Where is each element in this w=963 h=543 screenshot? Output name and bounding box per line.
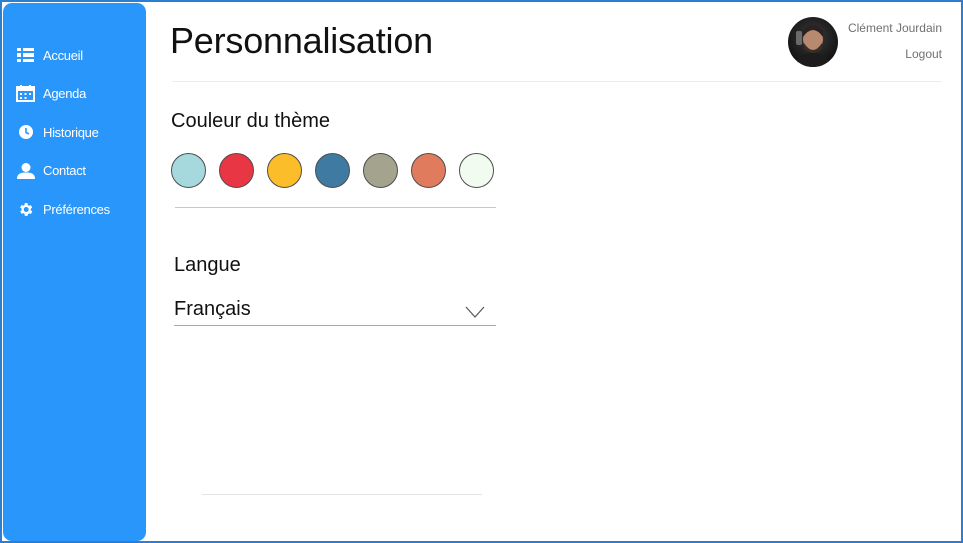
sidebar-item-historique[interactable]: Historique	[3, 113, 146, 152]
sidebar-item-label: Contact	[43, 163, 86, 179]
language-selected-value: Français	[174, 298, 251, 320]
theme-divider	[175, 207, 496, 208]
sidebar: Accueil Agenda Historique Contact Préfér…	[3, 3, 146, 541]
language-label: Langue	[174, 254, 241, 276]
header-divider	[172, 81, 942, 82]
bottom-divider	[202, 494, 482, 495]
color-swatch-gray-olive[interactable]	[363, 153, 398, 188]
theme-color-label: Couleur du thème	[171, 110, 330, 132]
user-name: Clément Jourdain	[847, 21, 942, 35]
sidebar-item-label: Agenda	[43, 86, 87, 102]
color-swatch-yellow[interactable]	[267, 153, 302, 188]
theme-color-swatches	[171, 153, 507, 188]
dashboard-icon	[16, 46, 35, 65]
logout-link[interactable]: Logout	[905, 47, 942, 61]
color-swatch-light-blue[interactable]	[171, 153, 206, 188]
sidebar-item-contact[interactable]: Contact	[3, 152, 146, 191]
avatar[interactable]	[788, 17, 838, 67]
sidebar-nav: Accueil Agenda Historique Contact Préfér…	[3, 36, 146, 229]
chevron-down-icon	[465, 305, 485, 323]
sidebar-item-preferences[interactable]: Préférences	[3, 190, 146, 229]
page-title: Personnalisation	[170, 20, 433, 61]
sidebar-item-agenda[interactable]: Agenda	[3, 75, 146, 114]
sidebar-item-label: Accueil	[43, 47, 83, 63]
color-swatch-steel-blue[interactable]	[315, 153, 350, 188]
sidebar-item-label: Préférences	[43, 201, 110, 217]
color-swatch-red[interactable]	[219, 153, 254, 188]
sidebar-item-accueil[interactable]: Accueil	[3, 36, 146, 75]
calendar-icon	[16, 84, 35, 103]
app-window: Accueil Agenda Historique Contact Préfér…	[0, 0, 963, 543]
clock-icon	[16, 123, 35, 142]
color-swatch-coral[interactable]	[411, 153, 446, 188]
sidebar-item-label: Historique	[43, 124, 99, 140]
gear-icon	[16, 200, 35, 219]
language-select[interactable]: Français	[174, 296, 496, 326]
color-swatch-mint-white[interactable]	[459, 153, 494, 188]
person-icon	[16, 161, 35, 180]
